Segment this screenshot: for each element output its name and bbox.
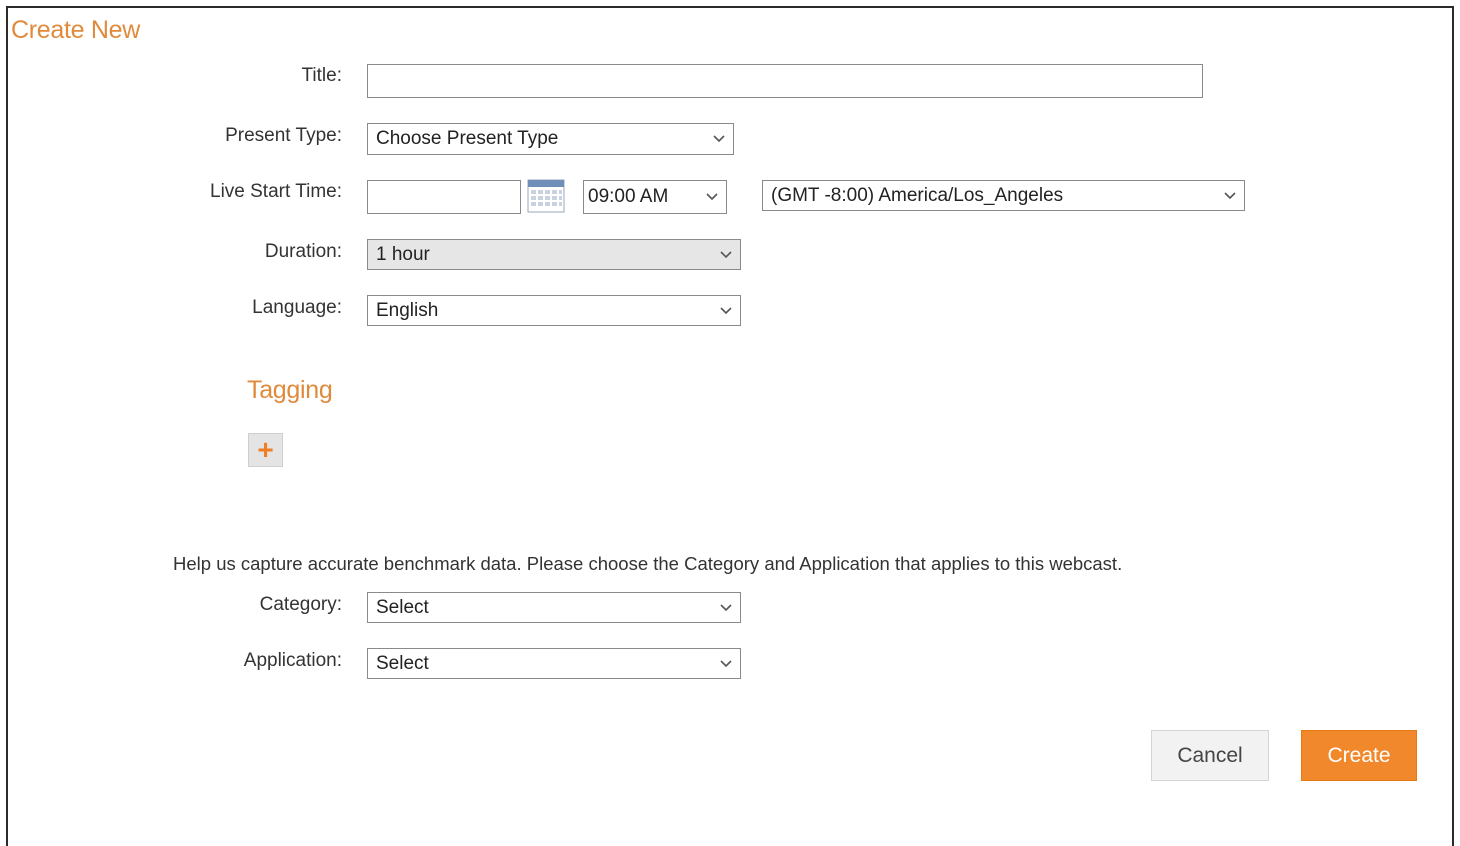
duration-select[interactable]: 1 hour bbox=[367, 239, 741, 270]
create-button[interactable]: Create bbox=[1301, 730, 1417, 781]
chevron-down-icon bbox=[720, 603, 732, 611]
calendar-icon[interactable] bbox=[527, 179, 565, 213]
chevron-down-icon bbox=[720, 250, 732, 258]
present-type-select[interactable]: Choose Present Type bbox=[367, 123, 734, 155]
application-value: Select bbox=[376, 652, 429, 674]
chevron-down-icon bbox=[1224, 191, 1236, 199]
chevron-down-icon bbox=[720, 659, 732, 667]
timezone-value: (GMT -8:00) America/Los_Angeles bbox=[771, 184, 1064, 206]
present-type-value: Choose Present Type bbox=[376, 128, 559, 149]
tagging-heading: Tagging bbox=[247, 376, 333, 404]
start-time-value: 09:00 AM bbox=[588, 186, 669, 207]
duration-value: 1 hour bbox=[376, 243, 430, 265]
start-date-input[interactable] bbox=[367, 180, 521, 214]
start-time-select[interactable]: 09:00 AM bbox=[583, 180, 727, 214]
chevron-down-icon bbox=[720, 306, 732, 314]
live-start-time-label: Live Start Time: bbox=[210, 181, 342, 202]
duration-label: Duration: bbox=[264, 241, 342, 262]
language-value: English bbox=[376, 299, 439, 321]
category-value: Select bbox=[376, 596, 429, 618]
benchmark-help-text: Help us capture accurate benchmark data.… bbox=[173, 553, 1123, 574]
category-select[interactable]: Select bbox=[367, 592, 741, 623]
title-input[interactable] bbox=[367, 64, 1203, 98]
timezone-select[interactable]: (GMT -8:00) America/Los_Angeles bbox=[762, 180, 1245, 211]
add-tag-button[interactable]: + bbox=[248, 433, 283, 467]
plus-icon: + bbox=[257, 434, 274, 465]
present-type-label: Present Type: bbox=[225, 125, 342, 146]
application-label: Application: bbox=[243, 650, 342, 671]
chevron-down-icon bbox=[713, 135, 725, 143]
category-label: Category: bbox=[259, 594, 342, 615]
title-label: Title: bbox=[301, 65, 342, 86]
language-select[interactable]: English bbox=[367, 295, 741, 326]
page-title: Create New bbox=[11, 16, 140, 44]
chevron-down-icon bbox=[706, 193, 718, 201]
cancel-button[interactable]: Cancel bbox=[1151, 730, 1269, 781]
application-select[interactable]: Select bbox=[367, 648, 741, 679]
language-label: Language: bbox=[252, 297, 342, 318]
